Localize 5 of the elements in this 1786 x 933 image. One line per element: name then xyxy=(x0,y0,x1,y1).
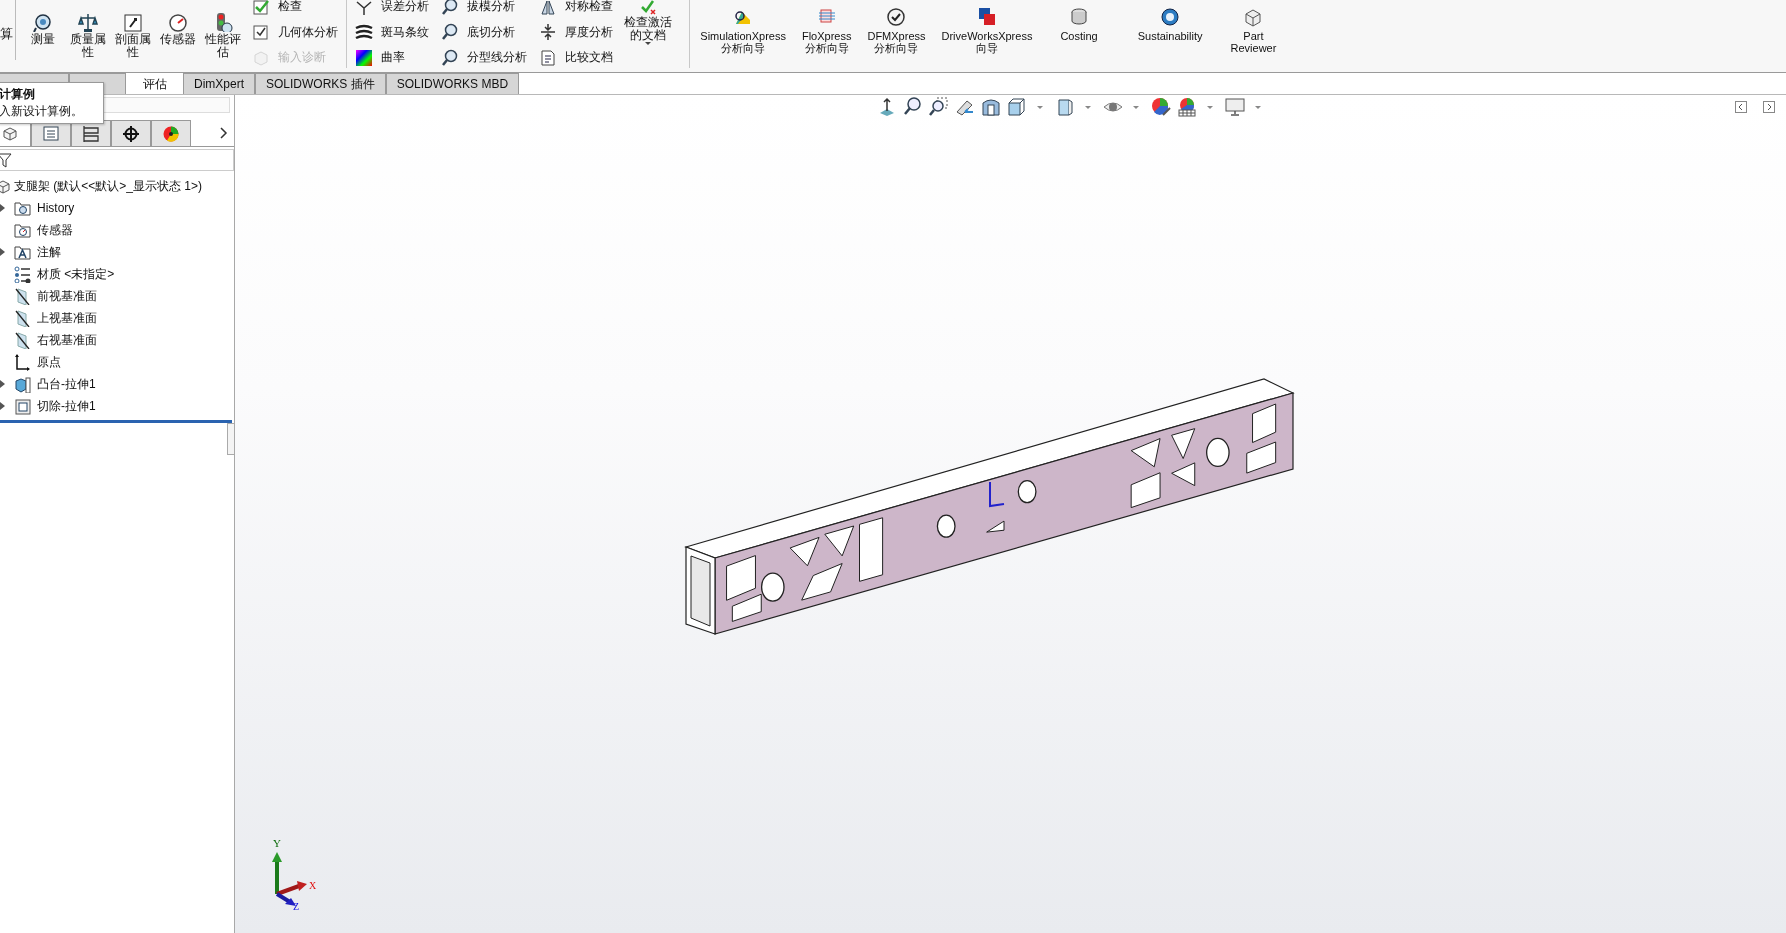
ribbon-label: 算 xyxy=(0,0,16,60)
axis-label: Z xyxy=(293,901,300,912)
axis-label: Y xyxy=(273,837,281,849)
tooltip-text: 入新设计算例。 xyxy=(0,103,84,120)
axis-label: X xyxy=(309,880,317,891)
